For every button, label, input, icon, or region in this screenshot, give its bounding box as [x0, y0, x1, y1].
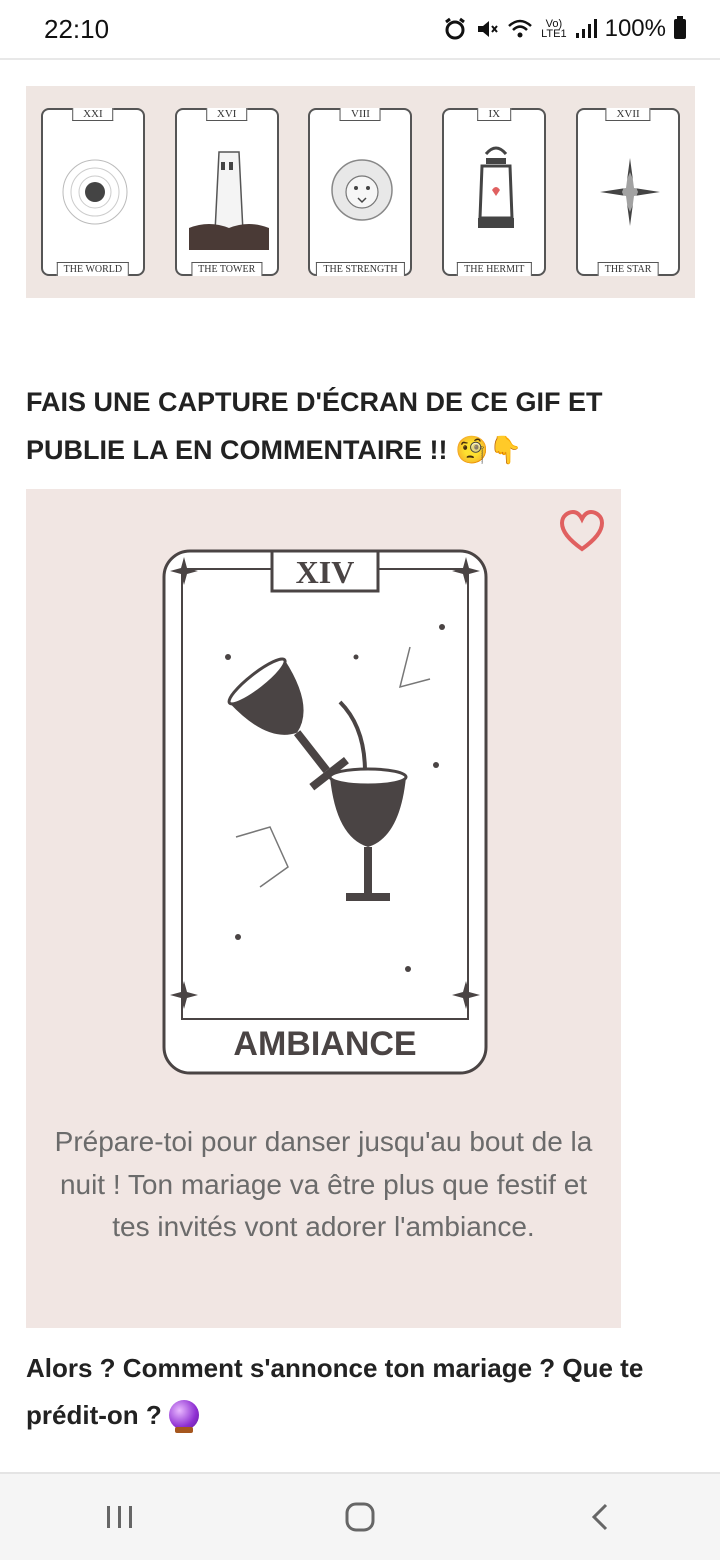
wifi-icon	[508, 19, 532, 38]
home-icon	[345, 1502, 375, 1532]
lantern-icon	[478, 146, 515, 228]
battery-icon	[674, 16, 686, 39]
card-name: THE TOWER	[191, 262, 263, 276]
card-name: THE STRENGTH	[316, 262, 405, 276]
divider	[0, 58, 720, 60]
card-number: VIII	[340, 108, 381, 121]
tarot-card-star: XVII THE STAR	[576, 108, 681, 276]
status-bar: 22:10 Vo) LTE1 100%	[0, 0, 720, 58]
recents-icon	[107, 1506, 132, 1528]
card-number: IX	[477, 108, 512, 121]
back-button[interactable]	[560, 1487, 640, 1547]
system-nav-bar	[0, 1472, 720, 1560]
signal-icon	[575, 19, 597, 38]
world-icon	[62, 159, 128, 225]
heart-icon[interactable]	[558, 509, 606, 553]
tarot-banner-image: XXI THE WORLD XVI THE TOWER VIII THE STR…	[26, 86, 695, 298]
card-title: AMBIANCE	[233, 1025, 416, 1063]
card-name: THE STAR	[597, 262, 659, 276]
tarot-card-ambiance: XIV AMBIANCE	[162, 549, 488, 1075]
card-number: XVI	[205, 108, 248, 121]
star-icon	[600, 158, 661, 226]
status-time: 22:10	[44, 13, 110, 44]
alarm-icon	[445, 17, 466, 40]
card-name: THE HERMIT	[457, 262, 532, 276]
card-number: XIV	[296, 554, 355, 590]
tarot-gif: XIV AMBIANCE Prépare-toi pour danser jus…	[26, 489, 621, 1328]
tarot-card-hermit: IX THE HERMIT	[442, 108, 547, 276]
card-number: XVII	[605, 108, 651, 121]
post-question: Alors ? Comment s'annonce ton mariage ? …	[26, 1345, 696, 1439]
mute-icon	[478, 21, 498, 37]
card-number: XXI	[72, 108, 114, 121]
post-heading: FAIS UNE CAPTURE D'ÉCRAN DE CE GIF ET PU…	[26, 387, 603, 465]
status-icons: Vo) LTE1 100%	[443, 15, 686, 43]
home-button[interactable]	[320, 1487, 400, 1547]
card-caption: Prépare-toi pour danser jusqu'au bout de…	[54, 1126, 593, 1242]
tower-icon	[188, 151, 269, 250]
tarot-card-tower: XVI THE TOWER	[174, 108, 279, 276]
network-label: Vo) LTE1	[541, 19, 567, 40]
network-type-bottom: LTE1	[541, 28, 567, 40]
back-icon	[591, 1503, 608, 1531]
battery-percent: 100%	[604, 15, 666, 42]
crystal-ball-icon	[169, 1400, 199, 1433]
question-text: Alors ? Comment s'annonce ton mariage ? …	[26, 1353, 644, 1430]
tarot-card-strength: VIII THE STRENGTH	[308, 108, 413, 276]
recents-button[interactable]	[80, 1487, 160, 1547]
lion-icon	[331, 159, 394, 221]
card-name: THE WORLD	[56, 262, 130, 276]
tarot-card-world: XXI THE WORLD	[40, 108, 145, 276]
